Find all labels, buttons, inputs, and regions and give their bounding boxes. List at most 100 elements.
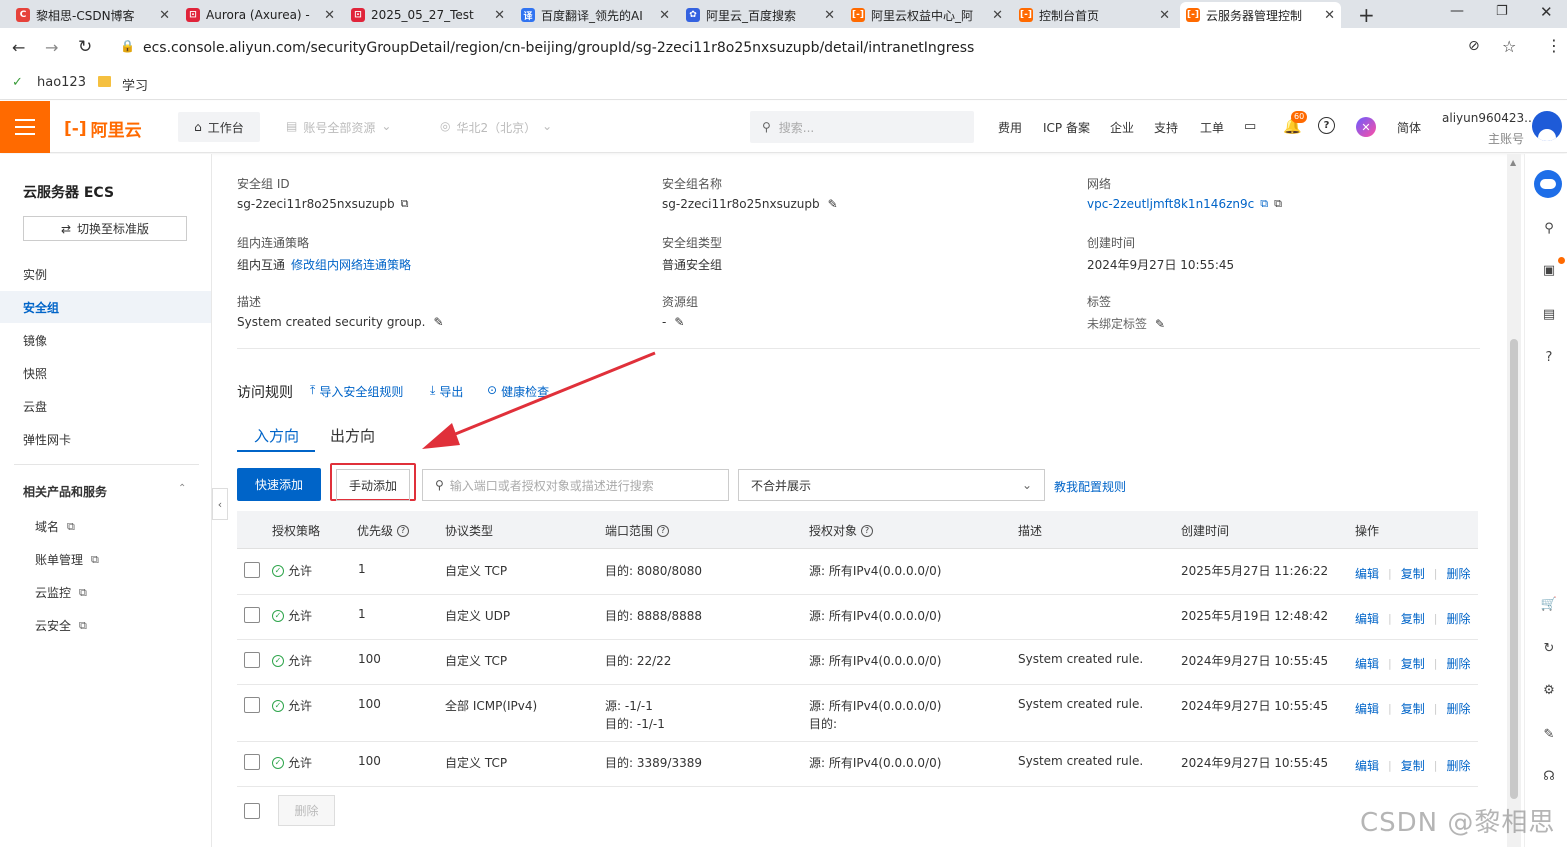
resource-selector[interactable]: ▤ 账号全部资源 ⌄ <box>286 119 391 136</box>
headset-icon[interactable]: ☊ <box>1539 766 1559 786</box>
tab-inbound[interactable]: 入方向 <box>254 425 299 446</box>
ai-assistant-icon[interactable]: ✕ <box>1356 117 1376 137</box>
config-help-link[interactable]: 教我配置规则 <box>1054 478 1126 495</box>
site-info-icon[interactable]: 🔒 <box>120 39 135 53</box>
copy-link[interactable]: 复制 <box>1401 565 1425 582</box>
info-icon[interactable]: ? <box>861 524 874 537</box>
select-all-checkbox[interactable] <box>244 803 260 819</box>
edit-icon[interactable]: ✎ <box>1155 317 1165 331</box>
minimize-button[interactable]: — <box>1450 3 1464 19</box>
manual-add-button[interactable]: 手动添加 <box>336 469 410 501</box>
avatar[interactable] <box>1532 111 1562 141</box>
new-tab-button[interactable]: + <box>1358 3 1375 27</box>
close-tab-icon[interactable]: ✕ <box>659 8 670 23</box>
tab-outbound[interactable]: 出方向 <box>330 425 375 446</box>
assistant-robot-icon[interactable] <box>1534 170 1562 198</box>
edit-icon[interactable]: ✎ <box>1539 724 1559 744</box>
related-link[interactable]: 云安全 ⧉ <box>35 617 87 634</box>
chevron-up-icon[interactable]: ⌃ <box>178 483 186 494</box>
switch-version-button[interactable]: ⇄ 切换至标准版 <box>23 216 187 241</box>
topnav-link[interactable]: 支持 <box>1154 119 1178 136</box>
edit-icon[interactable]: ✎ <box>674 315 684 329</box>
batch-delete-button[interactable]: 删除 <box>278 795 335 826</box>
close-tab-icon[interactable]: ✕ <box>992 8 1003 23</box>
search-icon[interactable]: ⚲ <box>1539 218 1559 238</box>
delete-link[interactable]: 删除 <box>1446 655 1470 672</box>
aliyun-logo[interactable]: [-] 阿里云 <box>64 116 142 142</box>
vpc-link[interactable]: vpc-2zeutljmft8k1n146zn9c <box>1087 197 1254 211</box>
browser-tab[interactable]: [-] 阿里云权益中心_阿 ✕ <box>845 2 1009 28</box>
merge-display-select[interactable]: 不合并展示 ⌄ <box>738 469 1045 501</box>
collapse-sidebar-button[interactable]: ‹ <box>212 488 228 520</box>
browser-tab[interactable]: [-] 云服务器管理控制 ✕ <box>1180 2 1341 28</box>
bookmark-hao123[interactable]: hao123 <box>37 75 86 90</box>
close-tab-icon[interactable]: ✕ <box>1159 8 1170 23</box>
browser-tab[interactable]: ⊡ 2025_05_27_Test ✕ <box>345 2 511 28</box>
external-link-icon[interactable]: ⧉ <box>1260 197 1268 211</box>
copy-link[interactable]: 复制 <box>1401 700 1425 717</box>
related-link[interactable]: 云监控 ⧉ <box>35 584 87 601</box>
related-link[interactable]: 账单管理 ⧉ <box>35 551 99 568</box>
workbench-button[interactable]: ⌂ 工作台 <box>178 112 260 142</box>
bookmark-study[interactable]: 学习 <box>122 75 148 94</box>
topnav-link[interactable]: 工单 <box>1200 119 1224 136</box>
language-selector[interactable]: 简体 <box>1397 119 1421 136</box>
modify-policy-link[interactable]: 修改组内网络连通策略 <box>291 256 411 273</box>
row-checkbox[interactable] <box>244 562 260 578</box>
maximize-button[interactable]: ❐ <box>1496 4 1508 19</box>
user-name[interactable]: aliyun960423... <box>1442 111 1536 125</box>
copy-icon[interactable]: ⧉ <box>1274 197 1282 211</box>
cart-icon[interactable]: 🛒 <box>1539 594 1559 614</box>
close-tab-icon[interactable]: ✕ <box>824 8 835 23</box>
browser-tab[interactable]: ⊡ Aurora (Axurea) - ✕ <box>180 2 341 28</box>
delete-link[interactable]: 删除 <box>1446 700 1470 717</box>
region-selector[interactable]: ◎ 华北2（北京） ⌄ <box>440 119 552 136</box>
document-icon[interactable]: ▤ <box>1539 304 1559 324</box>
browser-tab[interactable]: 译百度翻译_领先的AI ✕ <box>515 2 676 28</box>
copy-link[interactable]: 复制 <box>1401 610 1425 627</box>
edit-icon[interactable]: ✎ <box>828 197 838 211</box>
help-icon[interactable]: ? <box>1539 347 1559 367</box>
url-field[interactable]: ecs.console.aliyun.com/securityGroupDeta… <box>143 40 974 56</box>
edit-link[interactable]: 编辑 <box>1355 565 1379 582</box>
related-link[interactable]: 域名 ⧉ <box>35 518 75 535</box>
edit-link[interactable]: 编辑 <box>1355 757 1379 774</box>
delete-link[interactable]: 删除 <box>1446 757 1470 774</box>
close-tab-icon[interactable]: ✕ <box>159 8 170 23</box>
import-rules-link[interactable]: ⤒ 导入安全组规则 <box>310 383 403 400</box>
delete-link[interactable]: 删除 <box>1446 565 1470 582</box>
row-checkbox[interactable] <box>244 607 260 623</box>
bookmark-star-icon[interactable]: ☆ <box>1502 37 1516 56</box>
browser-menu-icon[interactable]: ⋮ <box>1546 36 1562 55</box>
row-checkbox[interactable] <box>244 697 260 713</box>
menu-icon[interactable] <box>0 101 50 153</box>
edit-icon[interactable]: ✎ <box>433 315 443 329</box>
browser-tab[interactable]: [-] 控制台首页 ✕ <box>1013 2 1176 28</box>
browser-tab[interactable]: ✿ 阿里云_百度搜索 ✕ <box>680 2 841 28</box>
copy-link[interactable]: 复制 <box>1401 757 1425 774</box>
edit-link[interactable]: 编辑 <box>1355 655 1379 672</box>
eye-off-icon[interactable]: ⊘ <box>1468 38 1480 54</box>
help-icon[interactable]: ? <box>1318 117 1335 134</box>
back-icon[interactable]: ← <box>12 38 25 57</box>
copy-link[interactable]: 复制 <box>1401 655 1425 672</box>
row-checkbox[interactable] <box>244 754 260 770</box>
settings-icon[interactable]: ⚙ <box>1539 680 1559 700</box>
refresh-icon[interactable]: ↻ <box>1539 638 1559 658</box>
edit-link[interactable]: 编辑 <box>1355 610 1379 627</box>
notice-icon[interactable]: ▣ <box>1539 260 1559 280</box>
global-search-input[interactable]: ⚲ 搜索... <box>750 111 974 143</box>
row-checkbox[interactable] <box>244 652 260 668</box>
quick-add-button[interactable]: 快速添加 <box>237 468 321 501</box>
close-window-button[interactable]: ✕ <box>1540 3 1553 21</box>
info-icon[interactable]: ? <box>397 524 410 537</box>
page-scrollbar[interactable]: ▲ <box>1507 154 1521 847</box>
browser-tab[interactable]: C 黎相思-CSDN博客 ✕ <box>10 2 176 28</box>
info-icon[interactable]: ? <box>657 524 670 537</box>
edit-link[interactable]: 编辑 <box>1355 700 1379 717</box>
copy-icon[interactable]: ⧉ <box>401 197 409 211</box>
rule-search-input[interactable]: ⚲ 输入端口或者授权对象或描述进行搜索 <box>422 469 729 501</box>
forward-icon[interactable]: → <box>45 38 58 57</box>
close-tab-icon[interactable]: ✕ <box>1324 8 1335 23</box>
topnav-link[interactable]: ICP 备案 <box>1043 119 1090 136</box>
